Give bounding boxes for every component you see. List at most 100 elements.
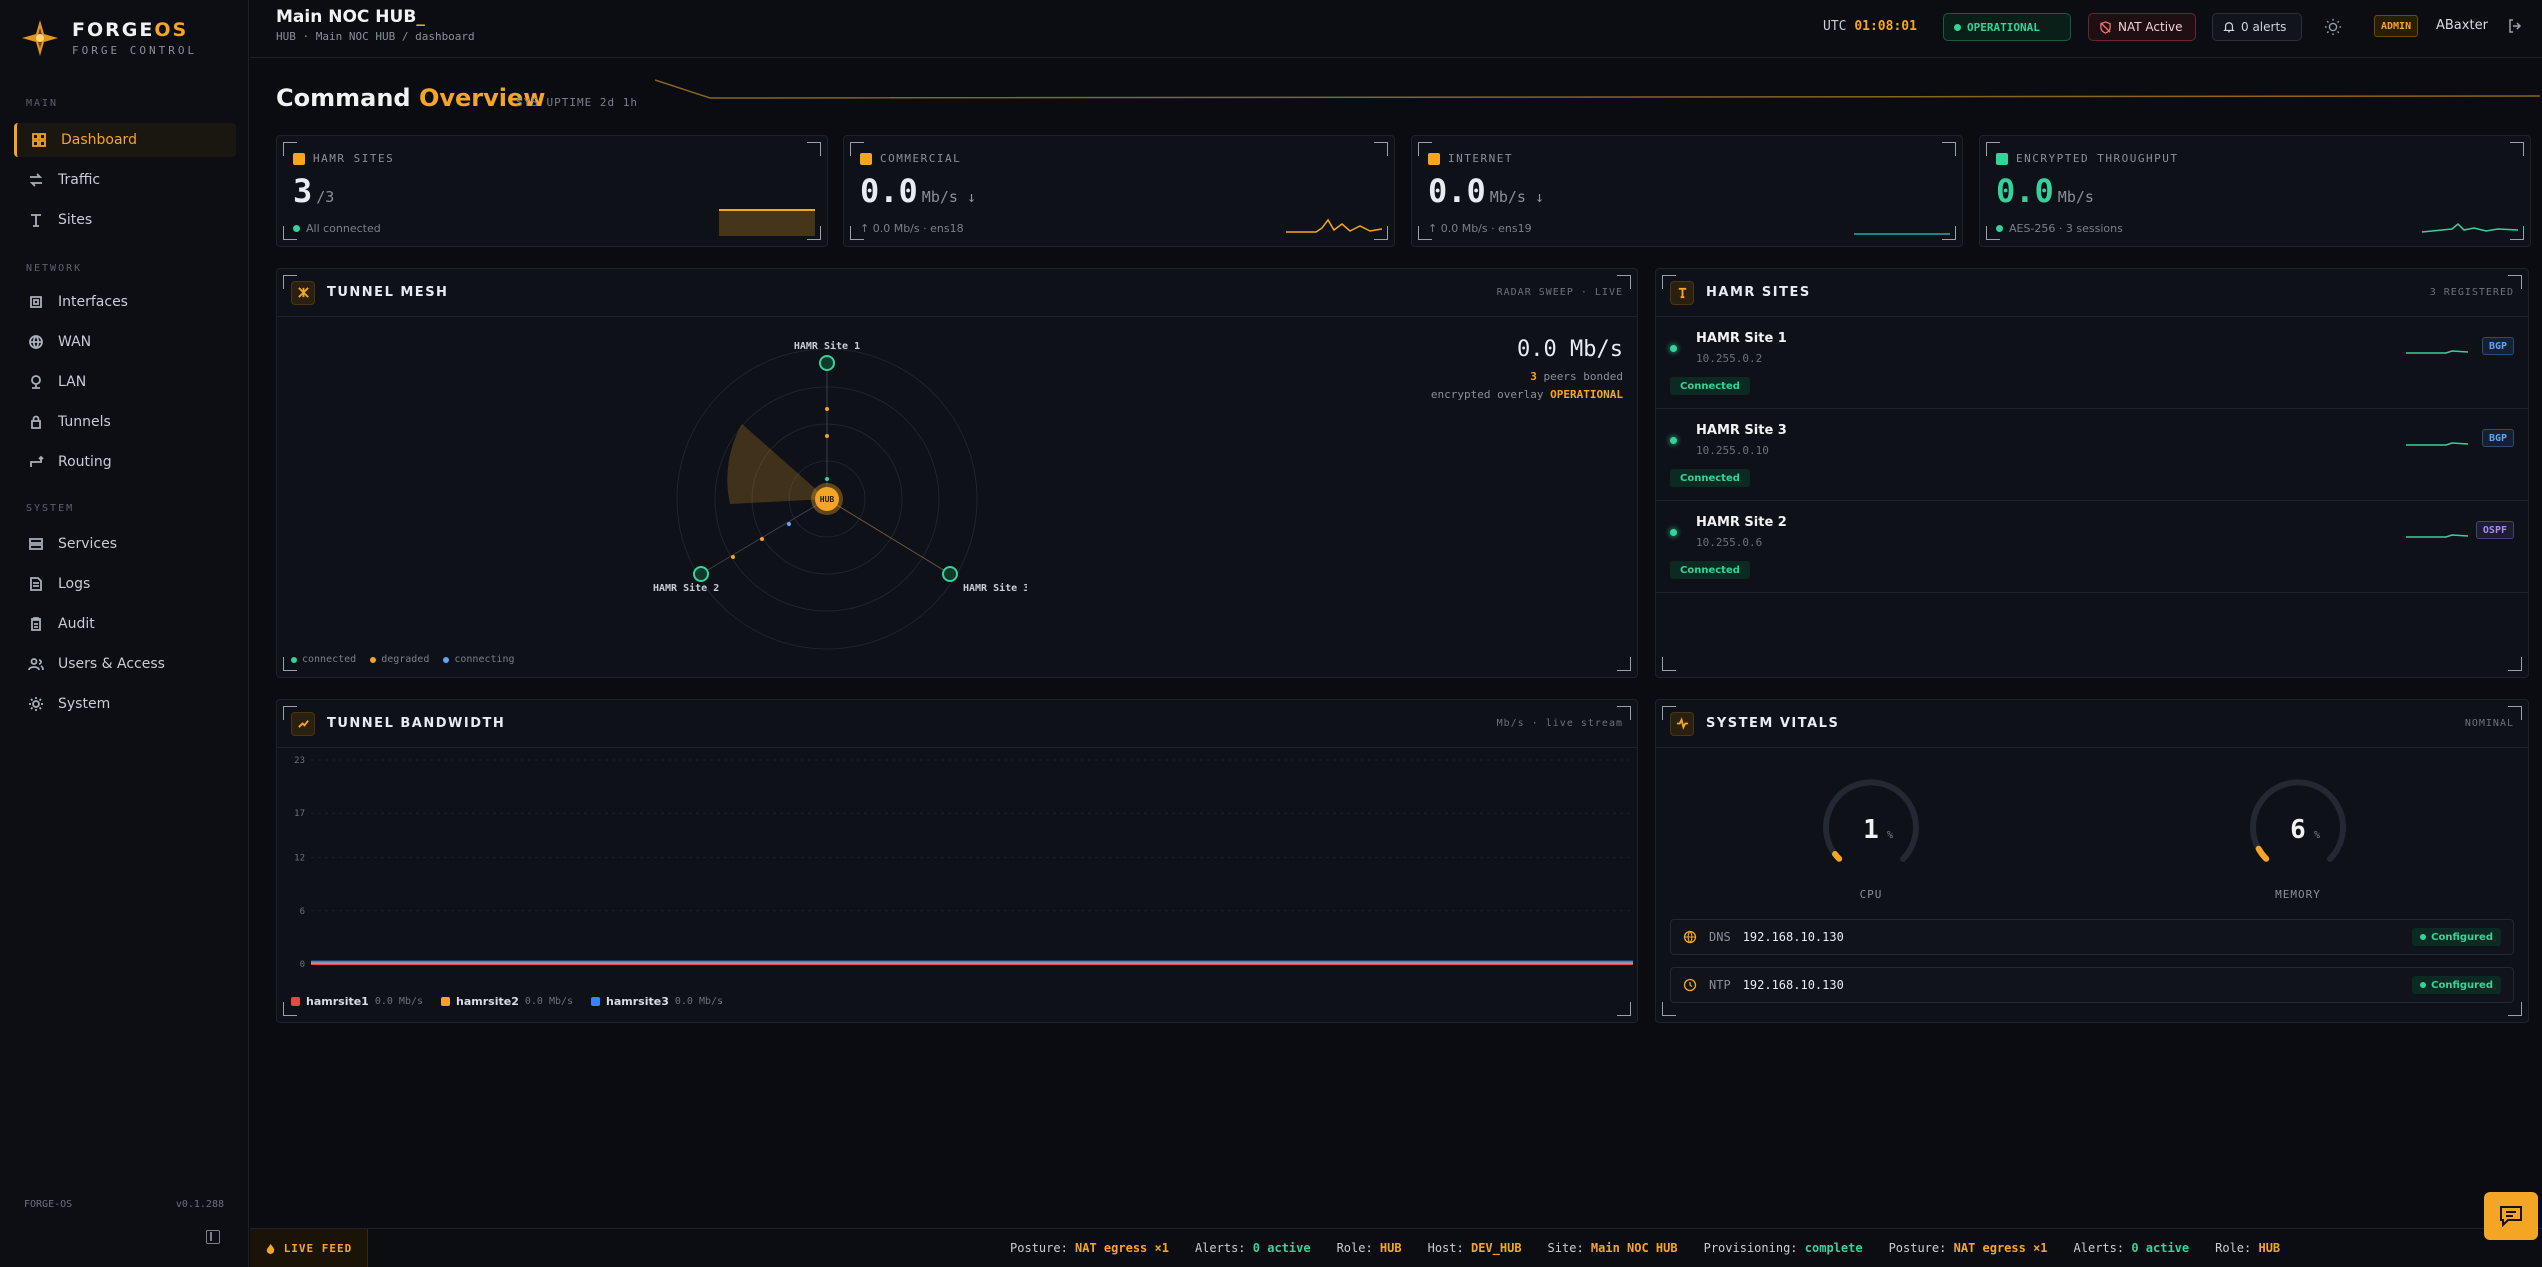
stat-sparkline xyxy=(1286,218,1382,233)
antenna-icon xyxy=(1670,280,1694,305)
sidebar-item-users-access[interactable]: Users & Access xyxy=(14,647,236,681)
legend-item[interactable]: hamrsite3 0.0 Mb/s xyxy=(591,995,723,1008)
sidebar-item-label: Sites xyxy=(58,212,93,228)
sidebar-item-wan[interactable]: WAN xyxy=(14,325,236,359)
stat-card[interactable]: ENCRYPTED THROUGHPUT 0.0 Mb/s AES-256 · 3 s… xyxy=(1979,135,2531,247)
dns-status-badge: Configured xyxy=(2412,928,2501,946)
username[interactable]: ABaxter xyxy=(2436,18,2488,33)
sidebar-item-routing[interactable]: Routing xyxy=(14,445,236,479)
stat-icon xyxy=(293,152,305,165)
y-tick-label: 0 xyxy=(300,960,305,970)
sidebar-item-traffic[interactable]: Traffic xyxy=(14,163,236,197)
stat-value: 0.0 Mb/s ↓ xyxy=(860,172,976,210)
sidebar-item-tunnels[interactable]: Tunnels xyxy=(14,405,236,439)
app-root: FORGEOS FORGE CONTROL MAIN NETWORK SYSTE… xyxy=(0,0,2542,1267)
sidebar-item-audit[interactable]: Audit xyxy=(14,607,236,641)
hamr-sites-panel: HAMR SITES 3 REGISTERED HAMR Site 1 10.25… xyxy=(1655,268,2529,678)
routing-protocol-badge: BGP xyxy=(2481,429,2514,447)
stat-sparkline xyxy=(1854,233,1950,235)
globe-icon xyxy=(29,335,43,350)
overview-title: Command Overview xyxy=(276,84,546,112)
bandwidth-legend: hamrsite1 0.0 Mb/s hamrsite2 0.0 Mb/s hamrsi… xyxy=(291,995,723,1008)
logout-icon[interactable] xyxy=(2507,18,2523,34)
sidebar-item-dashboard[interactable]: Dashboard xyxy=(14,123,236,157)
ntp-key: NTP xyxy=(1709,978,1731,992)
gear-icon xyxy=(29,697,43,711)
dns-value: 192.168.10.130 xyxy=(1742,930,1844,944)
cpu-gauge: 1 % xyxy=(1823,779,1919,862)
stat-icon xyxy=(1428,152,1440,165)
site-status-badge: Connected xyxy=(1670,377,1750,395)
site-ip: 10.255.0.6 xyxy=(1696,536,1763,549)
nat-badge[interactable]: NAT Active xyxy=(2088,13,2196,41)
site-ip: 10.255.0.2 xyxy=(1696,352,1763,365)
section-label-system: SYSTEM xyxy=(26,503,75,514)
sidebar-item-interfaces[interactable]: Interfaces xyxy=(14,285,236,319)
hub-label: HUB xyxy=(820,495,835,504)
stat-card[interactable]: COMMERCIAL 0.0 Mb/s ↓ ↑ 0.0 Mb/s · ens18 xyxy=(843,135,1395,247)
chat-button[interactable] xyxy=(2484,1192,2538,1240)
status-dot-icon xyxy=(1954,23,1961,31)
sidebar-item-system[interactable]: System xyxy=(14,687,236,721)
stat-label: ENCRYPTED THROUGHPUT xyxy=(1996,152,2178,165)
sidebar-item-lan[interactable]: LAN xyxy=(14,365,236,399)
node-site-1[interactable] xyxy=(819,355,835,371)
site-name: HAMR Site 1 xyxy=(1696,331,1787,346)
stat-sparkline xyxy=(719,209,815,236)
sidebar-collapse-icon[interactable] xyxy=(206,1230,220,1244)
panel-title: SYSTEM VITALS xyxy=(1706,716,1840,731)
logo[interactable]: FORGEOS FORGE CONTROL xyxy=(20,18,197,58)
site-sparkline xyxy=(2406,534,2468,538)
node-site-3[interactable] xyxy=(942,566,958,582)
stat-sparkline xyxy=(2422,222,2518,233)
ntp-value: 192.168.10.130 xyxy=(1742,978,1844,992)
site-ip: 10.255.0.10 xyxy=(1696,444,1769,457)
stat-label: HAMR SITES xyxy=(293,152,394,165)
legend-item[interactable]: hamrsite1 0.0 Mb/s xyxy=(291,995,423,1008)
sidebar-item-logs[interactable]: Logs xyxy=(14,567,236,601)
memory-value: 6 xyxy=(2290,815,2306,845)
node-site-2[interactable] xyxy=(693,566,709,582)
cpu-label: CPU xyxy=(1859,888,1883,901)
legend-item: connecting xyxy=(443,654,515,665)
chart-icon xyxy=(291,711,315,736)
stat-card[interactable]: INTERNET 0.0 Mb/s ↓ ↑ 0.0 Mb/s · ens19 xyxy=(1411,135,1963,247)
sidebar-item-sites[interactable]: Sites xyxy=(14,203,236,237)
sidebar-item-services[interactable]: Services xyxy=(14,527,236,561)
site-row[interactable]: HAMR Site 3 10.255.0.10 Connected BGP xyxy=(1656,409,2528,501)
sites-count: 3 REGISTERED xyxy=(2429,287,2514,298)
mesh-icon xyxy=(291,280,315,305)
tunnel-mesh-panel: TUNNEL MESH RADAR SWEEP · LIVE 0.0 Mb/s … xyxy=(276,268,1638,678)
alerts-button[interactable]: 0 alerts xyxy=(2212,13,2302,41)
ticker-item: Alerts: 0 active xyxy=(2073,1241,2190,1255)
status-badge[interactable]: OPERATIONAL xyxy=(1943,13,2071,41)
site-row[interactable]: HAMR Site 1 10.255.0.2 Connected BGP xyxy=(1656,317,2528,409)
legend-item: connected xyxy=(291,654,356,665)
section-label-network: NETWORK xyxy=(26,263,83,274)
site-status-dot xyxy=(1670,437,1677,444)
ticker-item: Role: HUB xyxy=(2215,1241,2281,1255)
routing-icon xyxy=(30,455,44,467)
site-name: HAMR Site 2 xyxy=(1696,515,1787,530)
memory-label: MEMORY xyxy=(2275,888,2321,901)
stat-sub: ↑ 0.0 Mb/s · ens18 xyxy=(860,222,964,235)
server-icon xyxy=(29,538,43,550)
top-header: Main NOC HUB_ HUB · Main NOC HUB / dashb… xyxy=(250,0,2542,58)
status-ticker: Posture: NAT egress ×1 Alerts: 0 active Ro… xyxy=(1010,1241,2280,1255)
site-sparkline xyxy=(2406,442,2468,446)
lan-icon xyxy=(31,375,41,389)
legend-item[interactable]: hamrsite2 0.0 Mb/s xyxy=(441,995,573,1008)
theme-toggle-icon[interactable] xyxy=(2324,18,2342,36)
ticker-item: Posture: NAT egress ×1 xyxy=(1888,1241,2048,1255)
cpu-value: 1 xyxy=(1863,815,1879,845)
bell-icon xyxy=(2223,22,2235,33)
live-feed-badge[interactable]: LIVE FEED xyxy=(250,1229,368,1267)
site-row[interactable]: HAMR Site 2 10.255.0.6 Connected OSPF xyxy=(1656,501,2528,593)
pulse-icon xyxy=(1670,711,1694,736)
ntp-status-badge: Configured xyxy=(2412,976,2501,994)
stat-card[interactable]: HAMR SITES 3/3 All connected xyxy=(276,135,828,247)
flame-icon xyxy=(266,1243,274,1254)
ntp-row: NTP 192.168.10.130 Configured xyxy=(1670,967,2514,1003)
ticker-item: Alerts: 0 active xyxy=(1194,1241,1311,1255)
site-name: HAMR Site 3 xyxy=(1696,423,1787,438)
